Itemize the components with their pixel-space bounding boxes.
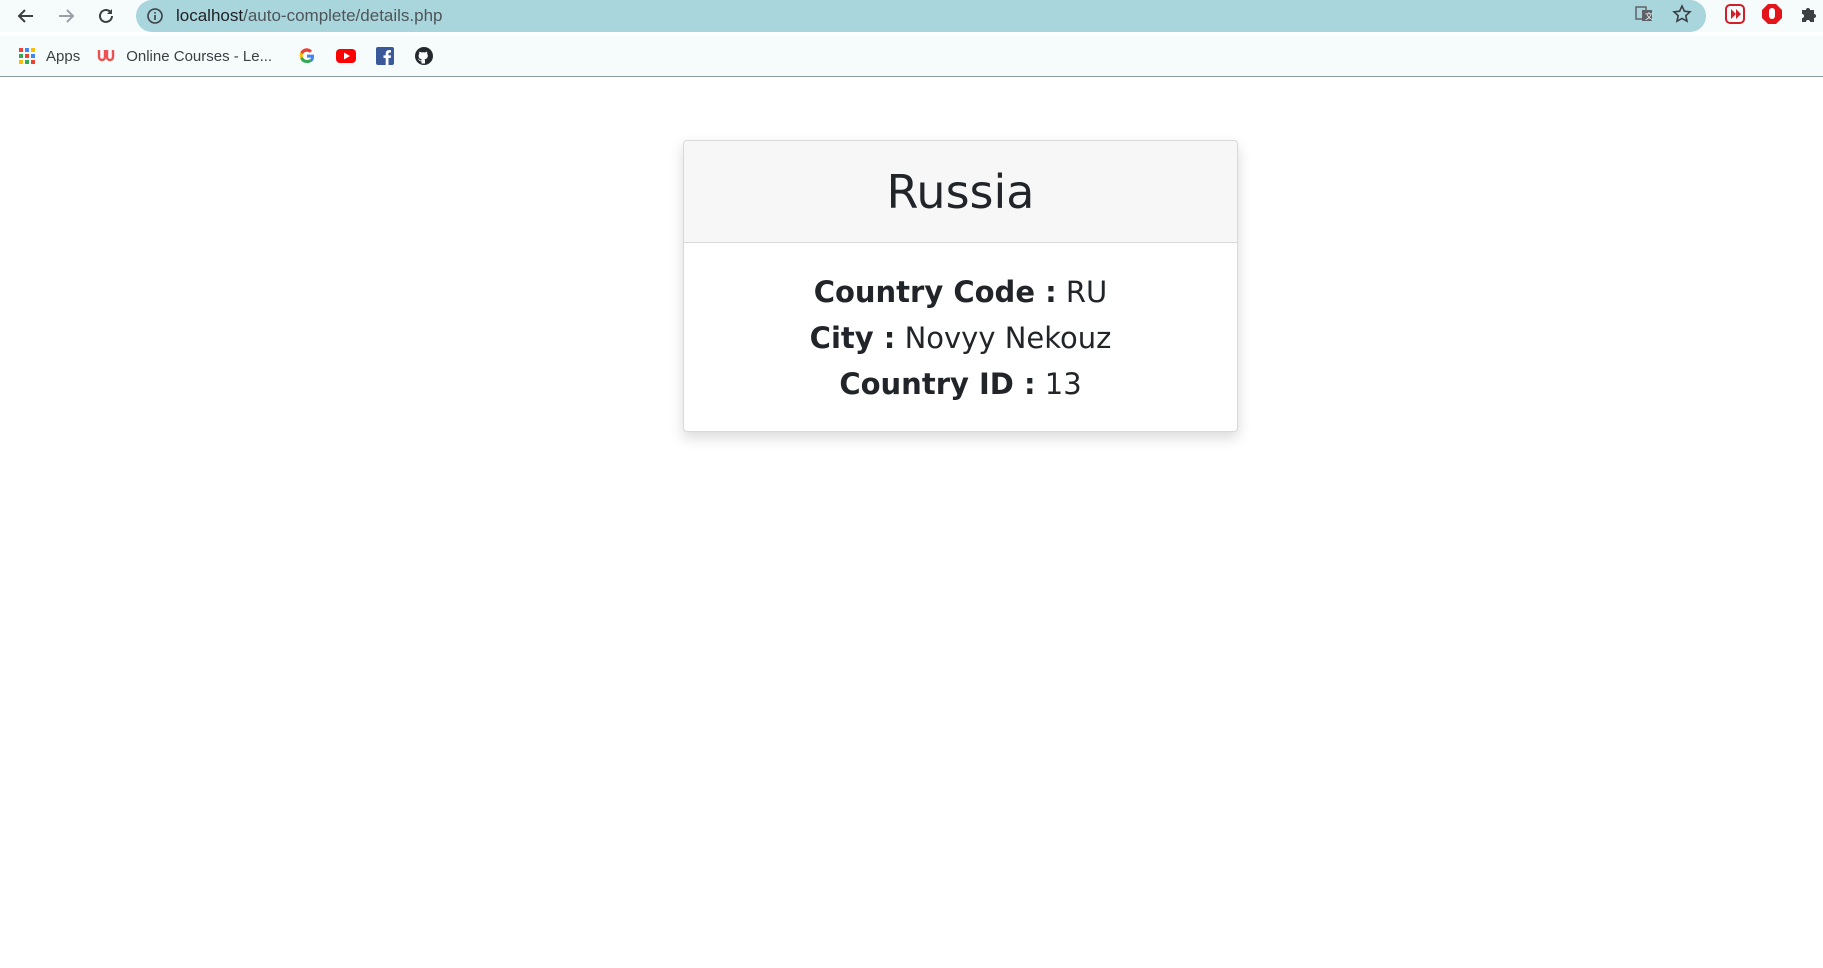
country-name-title: Russia bbox=[886, 164, 1035, 219]
url-host: localhost bbox=[176, 6, 244, 25]
city-row: City : Novyy Nekouz bbox=[684, 315, 1237, 361]
city-label: City : bbox=[809, 321, 896, 355]
country-id-value: 13 bbox=[1044, 367, 1082, 401]
svg-text:文: 文 bbox=[1645, 11, 1653, 21]
address-bar[interactable]: localhost/auto-complete/details.php 文 bbox=[136, 0, 1706, 32]
back-button[interactable] bbox=[12, 2, 40, 30]
info-icon[interactable] bbox=[146, 7, 164, 25]
url-text: localhost/auto-complete/details.php bbox=[176, 6, 443, 26]
country-code-value: RU bbox=[1065, 275, 1108, 309]
bookmark-apps-label: Apps bbox=[46, 47, 81, 65]
bookmark-udemy[interactable]: Online Courses - Le... bbox=[88, 41, 280, 71]
bookmark-facebook[interactable] bbox=[366, 41, 404, 71]
forward-arrow-icon bbox=[59, 9, 75, 23]
bookmark-github[interactable] bbox=[404, 41, 444, 71]
url-path: /auto-complete/details.php bbox=[243, 6, 443, 25]
github-icon bbox=[415, 47, 434, 65]
bookmark-star-icon[interactable] bbox=[1672, 3, 1692, 29]
translate-icon[interactable]: 文 bbox=[1634, 4, 1654, 29]
extension-red-play-icon[interactable] bbox=[1725, 3, 1745, 29]
bookmark-apps[interactable]: Apps bbox=[10, 41, 88, 71]
bookmark-udemy-label: Online Courses - Le... bbox=[126, 47, 273, 65]
back-arrow-icon bbox=[17, 9, 33, 23]
youtube-icon bbox=[336, 49, 357, 63]
facebook-icon bbox=[376, 47, 395, 65]
forward-button[interactable] bbox=[52, 2, 80, 30]
bookmarks-bar: Apps Online Courses - Le... bbox=[0, 36, 1823, 77]
bookmark-youtube[interactable] bbox=[326, 41, 366, 71]
bookmark-google[interactable] bbox=[288, 41, 326, 71]
udemy-icon bbox=[98, 50, 115, 62]
country-id-row: Country ID : 13 bbox=[684, 361, 1237, 407]
browser-toolbar: localhost/auto-complete/details.php 文 bbox=[0, 0, 1823, 32]
reload-button[interactable] bbox=[92, 2, 120, 30]
city-value: Novyy Nekouz bbox=[904, 321, 1112, 355]
extension-adblock-icon[interactable] bbox=[1761, 3, 1783, 30]
card-body: Country Code : RU City : Novyy Nekouz Co… bbox=[684, 243, 1237, 407]
reload-icon bbox=[99, 8, 113, 23]
country-details-card: Russia Country Code : RU City : Novyy Ne… bbox=[683, 140, 1238, 432]
card-header: Russia bbox=[684, 141, 1237, 243]
country-code-label: Country Code : bbox=[813, 275, 1057, 309]
country-code-row: Country Code : RU bbox=[684, 269, 1237, 315]
country-id-label: Country ID : bbox=[839, 367, 1036, 401]
google-icon bbox=[299, 48, 315, 64]
extensions-puzzle-icon[interactable] bbox=[1799, 4, 1819, 29]
apps-grid-icon bbox=[19, 48, 35, 64]
